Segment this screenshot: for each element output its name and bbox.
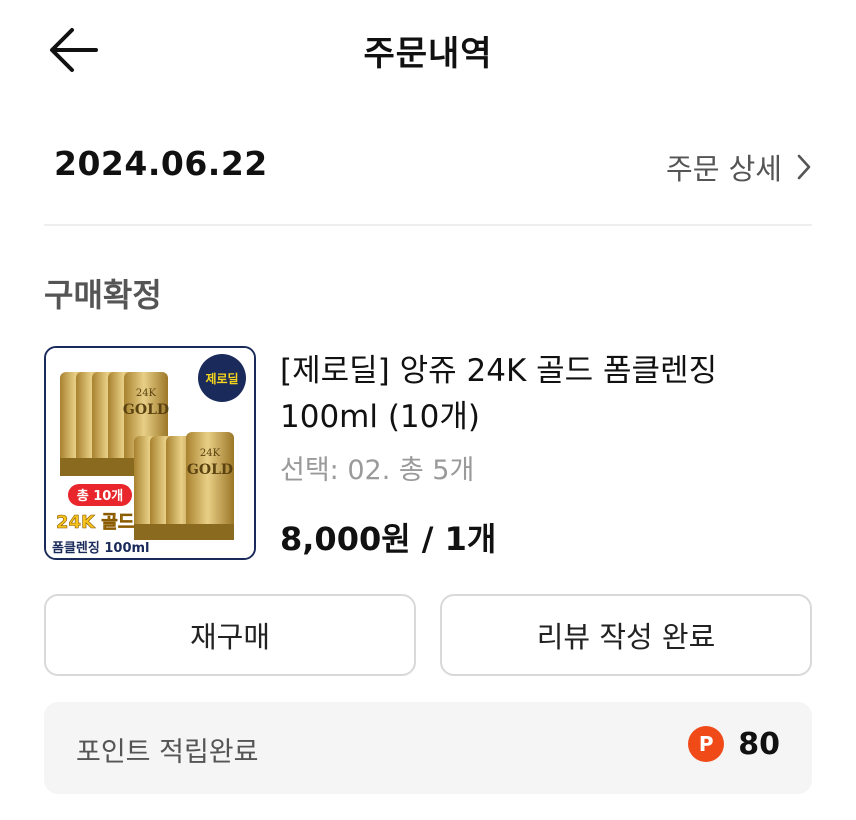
order-status: 구매확정 bbox=[44, 276, 162, 314]
product-thumbnail: 24K GOLD 24K GOLD 제로딜 총 10개 24K 골드 폼클렌징 … bbox=[46, 348, 254, 558]
order-date: 2024.06.22 bbox=[54, 144, 268, 183]
product-name[interactable]: [제로딜] 앙쥬 24K 골드 폼클렌징 100ml (10개) bbox=[280, 348, 810, 440]
product-option: 선택: 02. 총 5개 bbox=[280, 455, 475, 486]
tube-group-front: 24K GOLD bbox=[134, 432, 234, 540]
tube-brand: GOLD bbox=[123, 402, 169, 418]
chevron-right-icon bbox=[797, 154, 811, 180]
product-image[interactable]: 24K GOLD 24K GOLD 제로딜 총 10개 24K 골드 폼클렌징 … bbox=[44, 346, 256, 560]
page-title: 주문내역 bbox=[363, 34, 493, 74]
tube-brand-front: GOLD bbox=[187, 462, 233, 478]
point-icon: P bbox=[688, 726, 725, 762]
product-price: 8,000원 / 1개 bbox=[280, 520, 497, 558]
zerodeal-badge: 제로딜 bbox=[198, 354, 246, 402]
review-complete-button[interactable]: 리뷰 작성 완료 bbox=[440, 594, 812, 676]
rebuy-button[interactable]: 재구매 bbox=[44, 594, 416, 676]
order-detail-link[interactable]: 주문 상세 bbox=[666, 146, 812, 188]
points-summary: P 80 bbox=[688, 726, 780, 762]
order-detail-label: 주문 상세 bbox=[666, 152, 782, 186]
promo-title: 24K 골드 bbox=[56, 512, 134, 533]
tube-brand-top-front: 24K bbox=[200, 448, 221, 459]
tube-brand-top: 24K bbox=[136, 388, 157, 399]
badge-text: 제로딜 bbox=[205, 372, 238, 386]
order-date-row: 2024.06.22 주문 상세 bbox=[54, 142, 812, 192]
promo-subtitle: 폼클렌징 100ml bbox=[52, 540, 150, 556]
points-label: 포인트 적립완료 bbox=[76, 737, 259, 768]
points-value: 80 bbox=[738, 726, 780, 762]
count-text: 총 10개 bbox=[77, 488, 124, 504]
divider bbox=[44, 224, 812, 226]
header: 주문내역 bbox=[0, 0, 856, 96]
points-panel: 포인트 적립완료 P 80 bbox=[44, 702, 812, 794]
